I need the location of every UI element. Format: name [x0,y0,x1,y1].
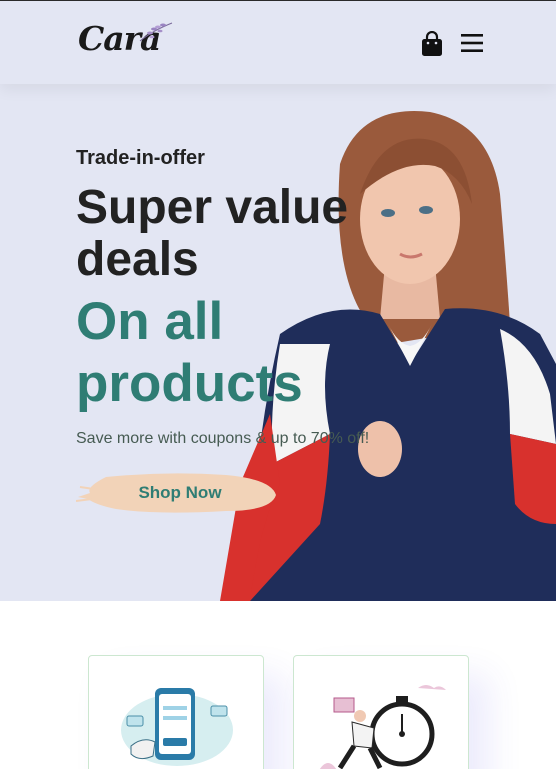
feature-card [88,655,264,769]
hero-eyebrow: Trade-in-offer [76,147,205,169]
site-header: Cara [0,0,556,84]
hero-tagline: Save more with coupons & up to 70% off! [76,430,370,447]
lavender-sprig-icon [139,22,173,42]
fast-delivery-stopwatch-illustration [319,685,446,769]
payment-phone-illustration [121,688,233,766]
features-section [0,601,556,769]
hero-sub-headline: On all products [76,292,303,413]
shopping-bag-icon[interactable] [420,31,444,57]
feature-card [293,655,469,769]
hero-headline: Super value deals [76,181,349,286]
hero-section: Trade-in-offer Super value deals On all … [0,84,556,601]
cara-logo[interactable]: Cara [78,15,178,65]
shop-now-button[interactable]: Shop Now [76,469,276,517]
hamburger-menu-icon[interactable] [460,33,484,53]
shop-now-label: Shop Now [138,483,222,502]
